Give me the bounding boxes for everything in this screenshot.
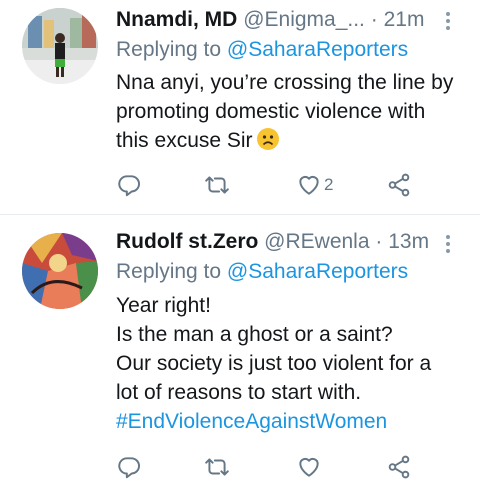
more-icon[interactable] bbox=[446, 235, 452, 256]
tweet-line: lot of reasons to start with. bbox=[116, 381, 362, 404]
reply-icon bbox=[118, 175, 140, 197]
separator-dot: · bbox=[375, 230, 383, 253]
user-handle[interactable]: @REwenla bbox=[264, 230, 369, 253]
separator-dot: · bbox=[370, 8, 378, 31]
tweet-line: Nna anyi, you’re crossing the line by bbox=[116, 71, 454, 94]
tweet-text: Nna anyi, you’re crossing the line by pr… bbox=[116, 68, 453, 155]
replying-to: Replying to @SaharaReporters bbox=[116, 260, 408, 284]
timestamp[interactable]: 13m bbox=[388, 230, 429, 253]
retweet-button[interactable] bbox=[204, 170, 230, 200]
reply-button[interactable] bbox=[116, 170, 142, 200]
more-icon[interactable] bbox=[446, 12, 452, 33]
tweet-line: promoting domestic violence with bbox=[116, 100, 426, 123]
display-name[interactable]: Nnamdi, MD bbox=[116, 8, 237, 31]
tweet-line-text: this excuse Sir bbox=[116, 129, 253, 152]
display-name[interactable]: Rudolf st.Zero bbox=[116, 230, 258, 253]
share-icon bbox=[388, 173, 410, 197]
reply-button[interactable] bbox=[116, 452, 142, 482]
replying-to: Replying to @SaharaReporters bbox=[116, 38, 408, 62]
like-icon bbox=[299, 457, 319, 477]
tweet-divider bbox=[0, 214, 480, 215]
worried-face-icon bbox=[256, 128, 279, 150]
like-button[interactable] bbox=[296, 452, 322, 482]
tweet-line: Is the man a ghost or a saint? bbox=[116, 323, 393, 346]
like-count: 2 bbox=[324, 175, 334, 194]
tweet-line: this excuse Sir bbox=[116, 126, 453, 155]
hashtag-link[interactable]: #EndViolenceAgainstWomen bbox=[116, 407, 431, 436]
tweet-actions: 2 bbox=[116, 170, 456, 200]
user-handle[interactable]: @Enigma_... bbox=[243, 8, 365, 31]
share-button[interactable] bbox=[386, 170, 412, 200]
replying-to-label: Replying to bbox=[116, 38, 222, 61]
retweet-button[interactable] bbox=[204, 452, 230, 482]
like-icon bbox=[299, 175, 319, 195]
tweet-text: Year right! Is the man a ghost or a sain… bbox=[116, 291, 431, 436]
tweet-actions bbox=[116, 452, 456, 482]
retweet-icon bbox=[205, 176, 229, 194]
tweet-header: Rudolf st.Zero @REwenla · 13m bbox=[116, 230, 429, 254]
timestamp[interactable]: 21m bbox=[384, 8, 425, 31]
share-icon bbox=[388, 455, 410, 479]
like-button[interactable]: 2 bbox=[296, 170, 333, 200]
avatar[interactable] bbox=[22, 8, 98, 84]
retweet-icon bbox=[205, 458, 229, 476]
tweet-line: Year right! bbox=[116, 294, 211, 317]
share-button[interactable] bbox=[386, 452, 412, 482]
tweet-1[interactable]: Nnamdi, MD @Enigma_... · 21m Replying to… bbox=[0, 0, 480, 212]
reply-mention-link[interactable]: @SaharaReporters bbox=[227, 260, 408, 283]
replying-to-label: Replying to bbox=[116, 260, 222, 283]
tweet-line: Our society is just too violent for a bbox=[116, 352, 432, 375]
reply-mention-link[interactable]: @SaharaReporters bbox=[227, 38, 408, 61]
tweet-header: Nnamdi, MD @Enigma_... · 21m bbox=[116, 8, 424, 32]
avatar[interactable] bbox=[22, 233, 98, 309]
tweet-2[interactable]: Rudolf st.Zero @REwenla · 13m Replying t… bbox=[0, 216, 480, 497]
reply-icon bbox=[118, 457, 140, 479]
